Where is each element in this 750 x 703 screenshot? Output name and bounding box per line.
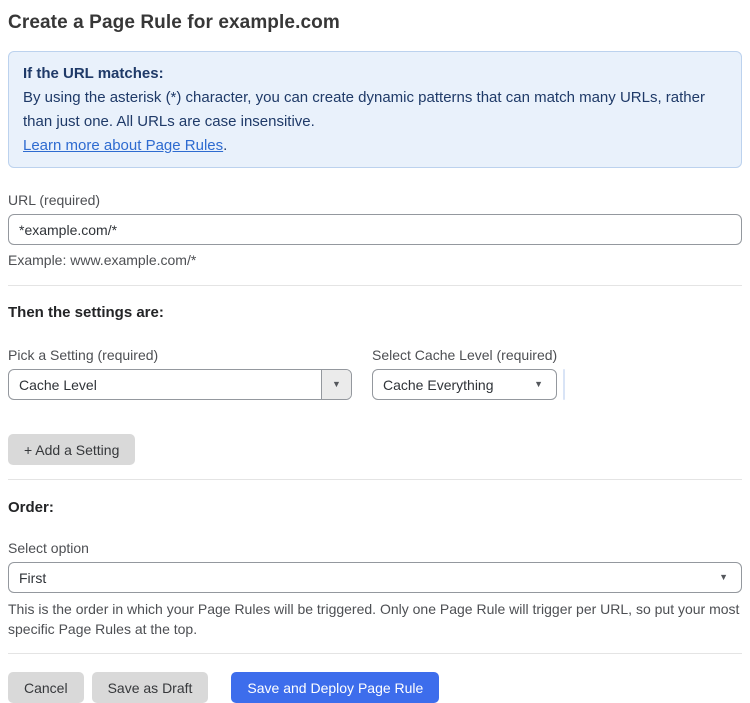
cache-level-select[interactable]: Cache Everything ▼ xyxy=(372,369,557,400)
url-input[interactable] xyxy=(8,214,742,245)
setting-picker-value: Cache Level xyxy=(19,376,97,393)
url-field-label: URL (required) xyxy=(8,192,101,208)
page-title: Create a Page Rule for example.com xyxy=(8,12,340,33)
settings-row: Pick a Setting (required) Cache Level ▼ … xyxy=(8,347,742,400)
chevron-down-icon: ▼ xyxy=(534,379,543,389)
divider xyxy=(8,285,742,286)
order-select-label: Select option xyxy=(8,540,89,556)
order-select-arrow-wrap: ▼ xyxy=(719,563,741,592)
setting-picker-select[interactable]: Cache Level ▼ xyxy=(8,369,352,400)
info-box-link-row: Learn more about Page Rules. xyxy=(23,134,727,158)
info-box-body: By using the asterisk (*) character, you… xyxy=(23,89,705,130)
setting-picker-arrow-box: ▼ xyxy=(321,370,351,399)
setting-picker-label: Pick a Setting (required) xyxy=(8,347,159,363)
settings-section-heading: Then the settings are: xyxy=(8,304,164,321)
save-and-deploy-button[interactable]: Save and Deploy Page Rule xyxy=(231,672,440,703)
cache-level-arrow-wrap: ▼ xyxy=(534,370,556,399)
add-setting-row: + Add a Setting xyxy=(8,434,742,465)
order-section-heading: Order: xyxy=(8,499,54,516)
cache-level-value: Cache Everything xyxy=(383,376,494,393)
order-select-value: First xyxy=(19,569,47,586)
divider xyxy=(8,653,742,654)
setting-picker-column: Pick a Setting (required) Cache Level ▼ xyxy=(8,347,352,400)
link-period: . xyxy=(223,137,228,154)
divider xyxy=(8,479,742,480)
url-field-helper: Example: www.example.com/* xyxy=(8,252,197,268)
info-box-heading: If the URL matches: xyxy=(23,65,164,82)
cache-level-column: Select Cache Level (required) Cache Ever… xyxy=(372,347,565,400)
cancel-button[interactable]: Cancel xyxy=(8,672,84,703)
order-helper-text: This is the order in which your Page Rul… xyxy=(8,601,740,637)
url-match-info-box: If the URL matches: By using the asteris… xyxy=(8,51,742,168)
learn-more-link[interactable]: Learn more about Page Rules xyxy=(23,137,223,154)
add-setting-button[interactable]: + Add a Setting xyxy=(8,434,136,465)
setting-separator xyxy=(563,369,565,400)
chevron-down-icon: ▼ xyxy=(332,379,341,389)
save-as-draft-button[interactable]: Save as Draft xyxy=(91,672,209,703)
chevron-down-icon: ▼ xyxy=(719,572,728,582)
cache-level-label: Select Cache Level (required) xyxy=(372,347,558,363)
order-select[interactable]: First ▼ xyxy=(8,562,742,593)
footer-buttons: Cancel Save as Draft Save and Deploy Pag… xyxy=(8,672,742,703)
